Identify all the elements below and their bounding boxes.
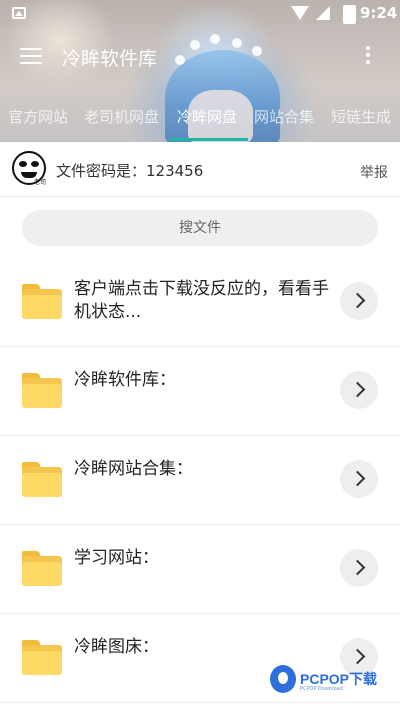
battery-icon bbox=[343, 5, 356, 24]
list-item[interactable]: 客户端点击下载没反应的，看看手机状态... bbox=[0, 258, 400, 347]
file-list: 客户端点击下载没反应的，看看手机状态... 冷眸软件库： 冷眸网站合集： 学习网… bbox=[0, 258, 400, 703]
list-item-label: 学习网站： bbox=[74, 548, 159, 568]
avatar: 老司 bbox=[12, 151, 47, 186]
tab-lengmou-netdisk[interactable]: 冷眸网盘 bbox=[177, 106, 237, 127]
tab-indicator bbox=[170, 138, 248, 141]
list-item-label: 客户端点击下载没反应的，看看手机状态... bbox=[74, 279, 329, 322]
wifi-icon bbox=[291, 6, 309, 20]
chevron-right-icon[interactable] bbox=[340, 371, 378, 409]
image-notification-icon bbox=[12, 7, 26, 19]
chevron-right-icon[interactable] bbox=[340, 549, 378, 587]
tab-short-link[interactable]: 短链生成 bbox=[331, 106, 391, 127]
folder-icon bbox=[22, 284, 62, 319]
tab-driver-netdisk[interactable]: 老司机网盘 bbox=[84, 106, 159, 127]
folder-icon bbox=[22, 373, 62, 408]
tab-official-site[interactable]: 官方网站 bbox=[8, 106, 68, 127]
folder-icon bbox=[22, 462, 62, 497]
avatar-tag: 老司 bbox=[34, 179, 47, 186]
chevron-right-icon[interactable] bbox=[340, 460, 378, 498]
signal-icon bbox=[316, 6, 330, 20]
report-link[interactable]: 举报 bbox=[360, 162, 388, 182]
list-item[interactable]: 学习网站： bbox=[0, 525, 400, 614]
watermark: PCPOP下载 PCPOP Download bbox=[270, 665, 395, 705]
toolbar: 冷眸软件库 bbox=[0, 28, 400, 84]
list-item-label: 冷眸软件库： bbox=[74, 370, 176, 390]
watermark-logo-icon bbox=[270, 665, 296, 693]
status-bar: 9:24 bbox=[0, 0, 400, 28]
tab-site-collection[interactable]: 网站合集 bbox=[254, 106, 314, 127]
password-row: 老司 文件密码是：123456 举报 bbox=[0, 142, 400, 197]
more-options-icon[interactable] bbox=[360, 46, 376, 68]
watermark-subtext: PCPOP Download bbox=[300, 686, 343, 692]
list-item-label: 冷眸图床： bbox=[74, 637, 159, 657]
app-title: 冷眸软件库 bbox=[62, 48, 158, 70]
list-item[interactable]: 冷眸软件库： bbox=[0, 347, 400, 436]
list-item-label: 冷眸网站合集： bbox=[74, 459, 193, 479]
search-files-button[interactable]: 搜文件 bbox=[22, 210, 378, 246]
tab-bar: 官方网站 老司机网盘 冷眸网盘 网站合集 短链生成 bbox=[0, 100, 400, 132]
folder-icon bbox=[22, 640, 62, 675]
header-banner: 9:24 冷眸软件库 官方网站 老司机网盘 冷眸网盘 网站合集 短链生成 bbox=[0, 0, 400, 142]
list-item[interactable]: 冷眸网站合集： bbox=[0, 436, 400, 525]
file-password-text: 文件密码是：123456 bbox=[56, 162, 204, 180]
status-time: 9:24 bbox=[360, 4, 398, 22]
menu-icon[interactable] bbox=[20, 48, 42, 64]
folder-icon bbox=[22, 551, 62, 586]
chevron-right-icon[interactable] bbox=[340, 282, 378, 320]
